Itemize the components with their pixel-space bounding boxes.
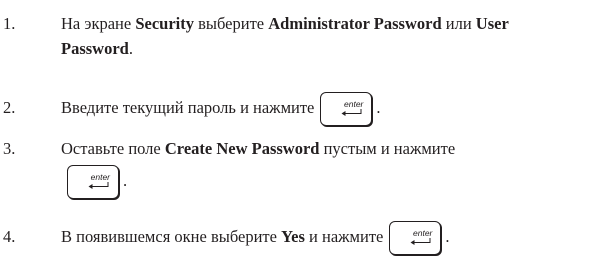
enter-arrow-icon <box>410 238 432 246</box>
text-run: пустым и нажмите <box>319 139 456 158</box>
step-text: Оставьте поле Create New Password пустым… <box>61 137 455 201</box>
step-text: В появившемся окне выберите Yes и нажмит… <box>61 219 450 256</box>
step-number: 2. <box>3 98 16 117</box>
text-run: Введите текущий пароль и нажмите <box>61 98 315 117</box>
step-text-line: На экране Security выберите Administrato… <box>61 12 509 36</box>
text-run: Оставьте поле <box>61 139 165 158</box>
bold-term: User <box>475 14 509 33</box>
step-number: 3. <box>3 139 16 158</box>
text-run: . <box>376 98 381 117</box>
step-text-line: Оставьте поле Create New Password пустым… <box>61 137 455 161</box>
text-run: или <box>441 14 476 33</box>
step-text-line: Password. <box>61 36 509 62</box>
text-run: В появившемся окне выберите <box>61 227 282 246</box>
text-run: На экране <box>61 14 136 33</box>
text-run: . <box>445 227 450 246</box>
step-text-line: В появившемся окне выберите Yes и нажмит… <box>61 219 450 256</box>
step-text: Введите текущий пароль и нажмите enter. <box>61 90 381 127</box>
enter-key-label: enter <box>344 99 364 110</box>
enter-key-icon: enter <box>67 165 119 200</box>
text-run: и нажмите <box>304 227 384 246</box>
text-run: выберите <box>193 14 269 33</box>
bold-term: Administrator Password <box>268 14 442 33</box>
step-number: 1. <box>3 14 16 33</box>
step-text-line: Введите текущий пароль и нажмите enter. <box>61 90 381 127</box>
enter-key-icon: enter <box>320 92 373 127</box>
step-text-line: enter. <box>61 161 455 201</box>
bold-term: Yes <box>281 227 305 246</box>
enter-arrow-icon <box>341 109 363 117</box>
text-run: . <box>128 39 133 58</box>
enter-key-icon: enter <box>389 221 442 256</box>
enter-key-label: enter <box>413 228 433 239</box>
text-run: . <box>123 171 128 190</box>
bold-term: Password <box>61 39 129 58</box>
step-text: На экране Security выберите Administrato… <box>61 12 509 62</box>
enter-arrow-icon <box>88 182 110 190</box>
bold-term: Create New Password <box>164 139 320 158</box>
enter-key-label: enter <box>90 172 110 183</box>
bold-term: Security <box>135 14 194 33</box>
step-number: 4. <box>3 227 16 246</box>
